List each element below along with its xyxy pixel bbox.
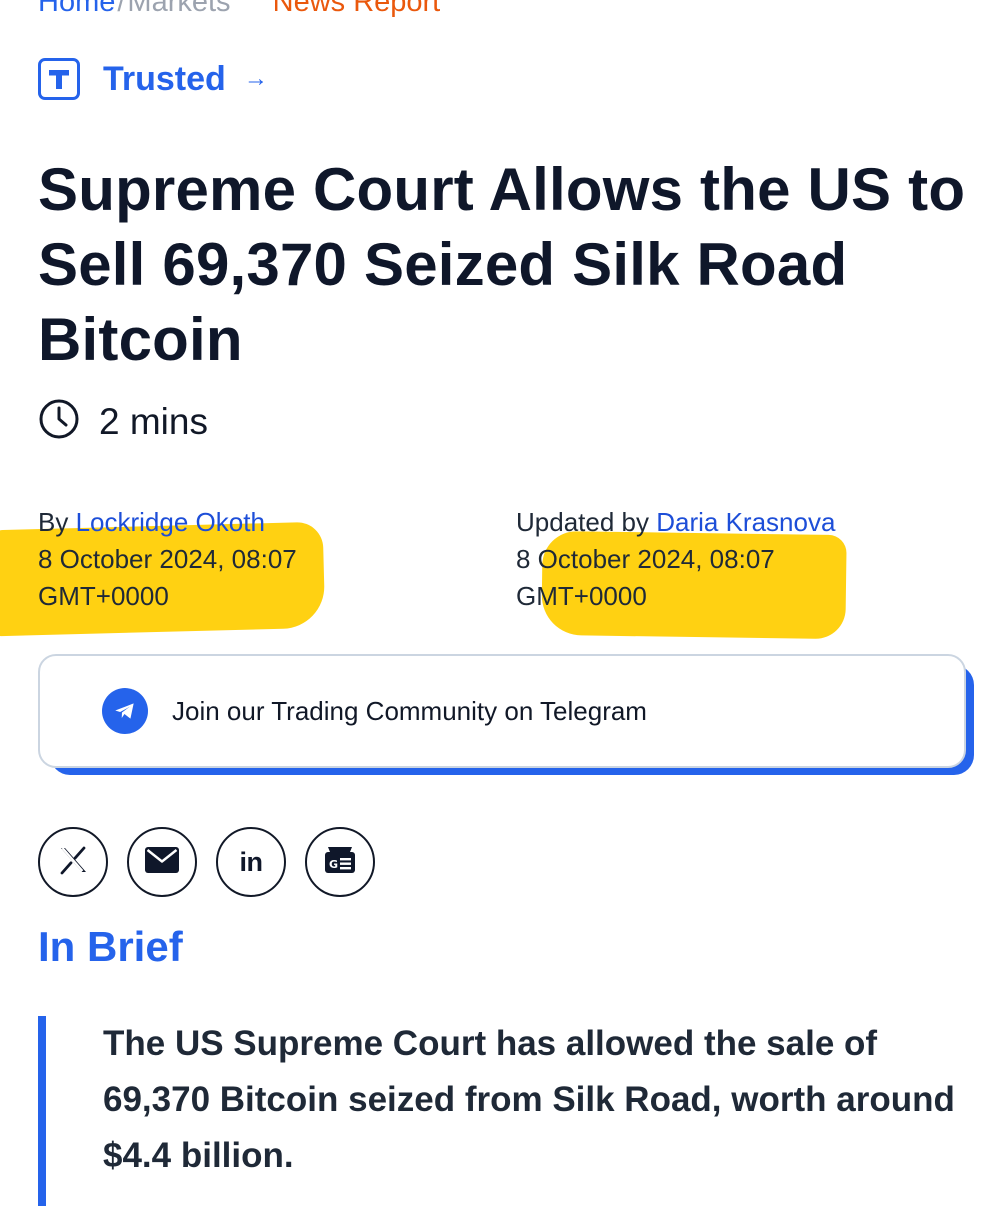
share-linkedin-button[interactable]: in [216, 827, 286, 897]
read-time: 2 mins [38, 398, 208, 445]
updater-prefix: Updated by [516, 507, 649, 537]
trusted-label: Trusted [103, 59, 226, 98]
breadcrumb-separator: / [117, 0, 126, 18]
breadcrumb-markets-link[interactable]: Markets [127, 0, 230, 18]
updater-meta: Updated by Daria Krasnova 8 October 2024… [516, 504, 835, 615]
clock-icon [38, 398, 80, 445]
read-time-label: 2 mins [99, 400, 208, 442]
trusted-link[interactable]: Trusted → [38, 58, 268, 100]
in-brief-text: The US Supreme Court has allowed the sal… [103, 1024, 955, 1175]
share-x-button[interactable] [38, 827, 108, 897]
breadcrumb: Home/Markets News Report [38, 0, 440, 19]
share-bar: in G [38, 827, 375, 897]
author-date: 8 October 2024, 08:07 [38, 544, 297, 574]
author-prefix: By [38, 507, 69, 537]
breadcrumb-home-link[interactable]: Home [38, 0, 115, 18]
google-news-icon: G [322, 844, 358, 881]
telegram-card-label: Join our Trading Community on Telegram [172, 695, 647, 726]
updater-date: 8 October 2024, 08:07 [516, 544, 775, 574]
email-icon [144, 846, 180, 879]
share-google-news-button[interactable]: G [305, 827, 375, 897]
updater-timezone: GMT+0000 [516, 581, 647, 611]
arrow-right-icon: → [243, 65, 268, 92]
author-meta: By Lockridge Okoth 8 October 2024, 08:07… [38, 504, 297, 615]
breadcrumb-news-report-link[interactable]: News Report [273, 0, 441, 18]
x-icon [56, 843, 90, 882]
telegram-community-button[interactable]: Join our Trading Community on Telegram [38, 654, 966, 768]
telegram-icon [102, 688, 148, 734]
article-headline: Supreme Court Allows the US to Sell 69,3… [38, 156, 966, 373]
in-brief-heading: In Brief [38, 923, 183, 970]
brief-accent-bar [38, 1016, 46, 1206]
updater-link[interactable]: Daria Krasnova [656, 507, 835, 537]
svg-text:G: G [329, 858, 338, 871]
share-email-button[interactable] [127, 827, 197, 897]
linkedin-icon: in [239, 846, 264, 877]
author-timezone: GMT+0000 [38, 581, 169, 611]
trusted-logo-icon [38, 58, 80, 100]
author-link[interactable]: Lockridge Okoth [76, 507, 265, 537]
